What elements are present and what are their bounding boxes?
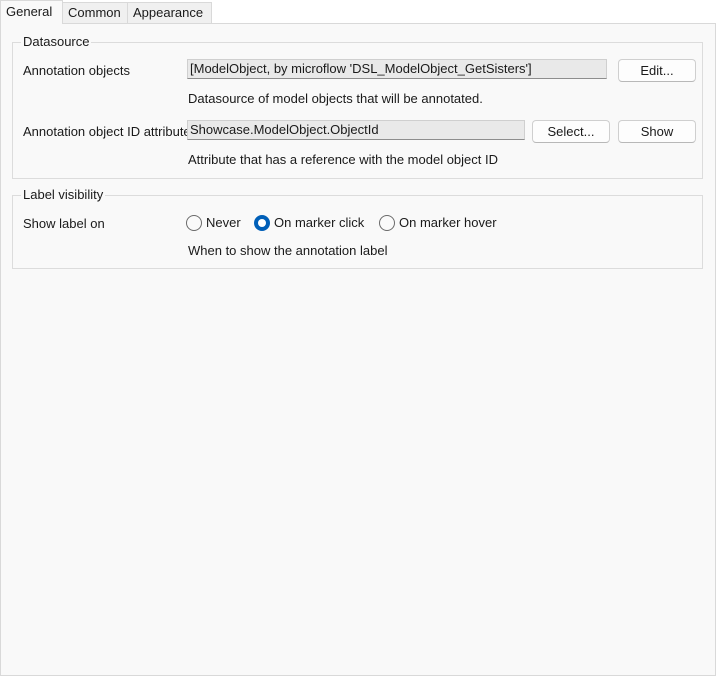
radio-never[interactable] [186, 215, 202, 231]
radio-on-marker-hover[interactable] [379, 215, 395, 231]
annotation-objects-label: Annotation objects [23, 63, 130, 78]
radio-on-marker-click[interactable] [254, 215, 270, 231]
datasource-legend: Datasource [21, 34, 92, 50]
annotation-objects-description: Datasource of model objects that will be… [188, 91, 483, 106]
tab-strip: General Common Appearance [0, 0, 716, 24]
edit-button[interactable]: Edit... [618, 59, 696, 82]
label-visibility-description: When to show the annotation label [188, 243, 388, 258]
id-attribute-label: Annotation object ID attribute [23, 124, 187, 139]
id-attribute-field[interactable]: Showcase.ModelObject.ObjectId [187, 120, 525, 140]
radio-on-marker-hover-label[interactable]: On marker hover [399, 215, 497, 231]
annotation-objects-field[interactable]: [ModelObject, by microflow 'DSL_ModelObj… [187, 59, 607, 79]
id-attribute-description: Attribute that has a reference with the … [188, 152, 499, 167]
show-label-on-label: Show label on [23, 216, 105, 231]
label-visibility-group: Label visibility Show label on Never On … [12, 187, 703, 269]
label-visibility-legend: Label visibility [21, 187, 106, 203]
tab-panel-general: Datasource Annotation objects [ModelObje… [0, 23, 716, 676]
radio-never-label[interactable]: Never [206, 215, 241, 231]
select-button[interactable]: Select... [532, 120, 610, 143]
tab-general[interactable]: General [0, 0, 63, 24]
show-button[interactable]: Show [618, 120, 696, 143]
radio-on-marker-click-label[interactable]: On marker click [274, 215, 364, 231]
datasource-group: Datasource Annotation objects [ModelObje… [12, 34, 703, 179]
tab-common[interactable]: Common [62, 2, 128, 23]
tab-appearance[interactable]: Appearance [127, 2, 212, 23]
